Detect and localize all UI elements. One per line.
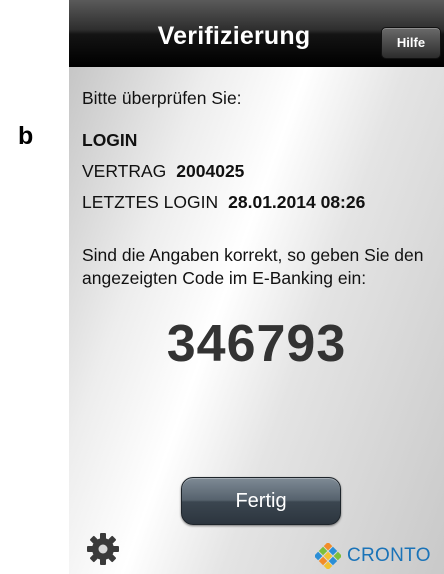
phone-screen: Verifizierung Hilfe Bitte überprüfen Sie… <box>69 0 444 574</box>
cronto-mosaic-icon <box>315 543 341 569</box>
brand-name: CRONTO <box>347 545 431 566</box>
page-title: Verifizierung <box>157 22 311 50</box>
navigation-bar: Verifizierung Hilfe <box>69 0 444 67</box>
contract-value: 2004025 <box>176 161 245 181</box>
last-login-label: LETZTES LOGIN <box>82 192 219 212</box>
contract-label: VERTRAG <box>82 161 167 181</box>
cronto-logo: CRONTO <box>315 542 431 570</box>
last-login-row: LETZTES LOGIN 28.01.2014 08:26 <box>82 192 365 213</box>
action-type: LOGIN <box>82 130 138 150</box>
panel-label: b <box>18 122 34 150</box>
last-login-value: 28.01.2014 08:26 <box>228 192 366 212</box>
gear-icon[interactable] <box>86 532 120 566</box>
verification-code: 346793 <box>166 315 347 373</box>
done-button[interactable]: Fertig <box>181 477 341 525</box>
figure-panel: b Verifizierung Hilfe Bitte überprüfen S… <box>0 0 444 574</box>
check-prompt: Bitte überprüfen Sie: <box>82 88 242 108</box>
confirmation-question: Sind die Angaben korrekt, so geben Sie d… <box>82 245 424 288</box>
help-button[interactable]: Hilfe <box>381 27 441 59</box>
contract-row: VERTRAG 2004025 <box>82 161 244 182</box>
